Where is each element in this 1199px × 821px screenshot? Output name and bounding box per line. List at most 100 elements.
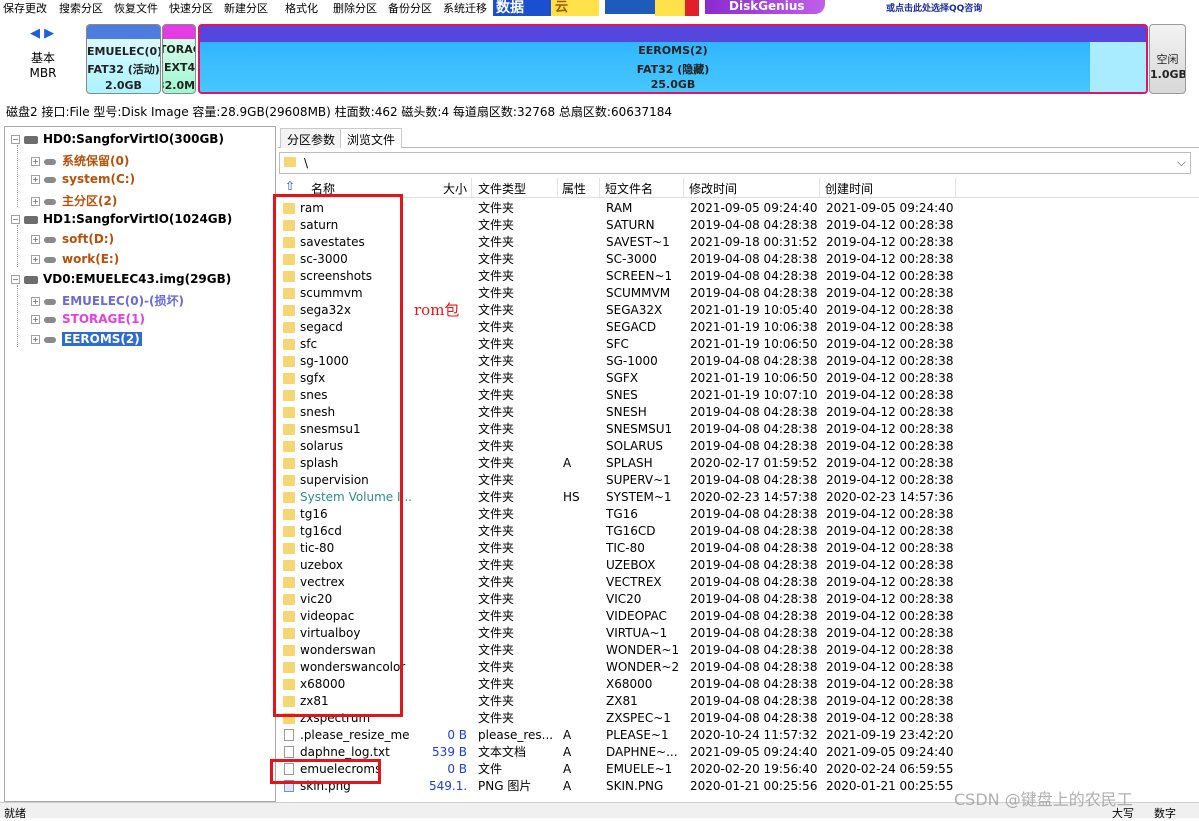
- file-row[interactable]: videopac 文件夹 VIDEOPAC 2019-04-08 04:28:38 20…: [279, 608, 1199, 625]
- partition-block-free[interactable]: 空闲 1.0GB: [1149, 24, 1186, 94]
- cell-modified: 2019-04-08 04:28:38: [690, 609, 818, 623]
- tree-node-vd0[interactable]: − VD0:EMUELEC43.img(29GB): [11, 272, 231, 286]
- menu-item[interactable]: 新建分区: [224, 0, 268, 16]
- file-row[interactable]: saturn 文件夹 SATURN 2019-04-08 04:28:38 2019-0…: [279, 217, 1199, 234]
- tab-partition-params[interactable]: 分区参数: [280, 128, 343, 148]
- cell-created: 2019-04-12 00:28:38: [826, 541, 954, 555]
- col-header-attr[interactable]: 属性: [562, 180, 586, 197]
- file-row[interactable]: tic-80 文件夹 TIC-80 2019-04-08 04:28:38 2019-0…: [279, 540, 1199, 557]
- cell-type: 文件夹: [478, 371, 515, 385]
- cell-created: 2019-04-12 00:28:38: [826, 337, 954, 351]
- expand-icon[interactable]: +: [31, 157, 40, 166]
- partition-block-storage[interactable]: STORAGE EXT4 32.0MB: [162, 24, 196, 94]
- collapse-icon[interactable]: −: [11, 135, 20, 144]
- col-header-modified[interactable]: 修改时间: [689, 180, 737, 197]
- cell-created: 2019-04-12 00:28:38: [826, 218, 954, 232]
- tab-browse-files[interactable]: 浏览文件: [340, 128, 403, 148]
- menu-item[interactable]: 快速分区: [169, 0, 213, 16]
- menu-item[interactable]: 备份分区: [388, 0, 432, 16]
- collapse-icon[interactable]: −: [11, 275, 20, 284]
- partition-block-emuelec[interactable]: EMUELEC(0)-(损坏) FAT32 (活动) 2.0GB: [86, 24, 161, 94]
- menu-item[interactable]: 删除分区: [333, 0, 377, 16]
- file-row[interactable]: zxspectrum 文件夹 ZXSPEC~1 2019-04-08 04:28:38…: [279, 710, 1199, 727]
- file-row[interactable]: uzebox 文件夹 UZEBOX 2019-04-08 04:28:38 2019-0…: [279, 557, 1199, 574]
- expand-icon[interactable]: +: [31, 335, 40, 344]
- cell-type: 文件夹: [478, 541, 515, 555]
- tree-node-hd0-part2[interactable]: + 主分区(2): [31, 192, 117, 209]
- tree-node-hd1-part0[interactable]: + soft(D:): [31, 232, 114, 246]
- cell-short: SNESH: [606, 405, 647, 419]
- tree-node-hd1[interactable]: − HD1:SangforVirtIO(1024GB): [11, 212, 232, 226]
- col-header-size[interactable]: 大小: [441, 180, 467, 197]
- menu-item[interactable]: 恢复文件: [114, 0, 158, 16]
- partition-block-eeroms[interactable]: EEROMS(2) FAT32 (隐藏) 25.0GB: [198, 24, 1148, 94]
- file-row[interactable]: sc-3000 文件夹 SC-3000 2019-04-08 04:28:38 2019…: [279, 251, 1199, 268]
- file-row[interactable]: solarus 文件夹 SOLARUS 2019-04-08 04:28:38 2019…: [279, 438, 1199, 455]
- partition-icon: [44, 236, 56, 243]
- ad-banner[interactable]: 数据 云 DiskGenius: [493, 0, 825, 16]
- expand-icon[interactable]: +: [31, 197, 40, 206]
- path-bar[interactable]: \ ⌵: [279, 152, 1191, 174]
- banner-text-3: DiskGenius: [705, 0, 825, 14]
- expand-icon[interactable]: +: [31, 175, 40, 184]
- file-row[interactable]: x68000 文件夹 X68000 2019-04-08 04:28:38 2019-0…: [279, 676, 1199, 693]
- file-row[interactable]: vectrex 文件夹 VECTREX 2019-04-08 04:28:38 2019…: [279, 574, 1199, 591]
- file-row[interactable]: emuelecroms 0 B 文件 A EMUELE~1 2020-02-20 19:5…: [279, 761, 1199, 778]
- tree-label: system(C:): [62, 172, 136, 186]
- file-row[interactable]: tg16cd 文件夹 TG16CD 2019-04-08 04:28:38 2019-0…: [279, 523, 1199, 540]
- expand-icon[interactable]: +: [31, 315, 40, 324]
- file-row[interactable]: .please_resize_me 0 Bplease_res... A PLEASE…: [279, 727, 1199, 744]
- file-row[interactable]: ram 文件夹 RAM 2021-09-05 09:24:40 2021-09-05 0…: [279, 200, 1199, 217]
- col-header-type[interactable]: 文件类型: [478, 180, 526, 197]
- menu-item[interactable]: 系统迁移: [443, 0, 487, 16]
- cell-created: 2021-09-19 23:42:20: [826, 728, 954, 742]
- file-row[interactable]: vic20 文件夹 VIC20 2019-04-08 04:28:38 2019-04-…: [279, 591, 1199, 608]
- tree-node-vd0-part2[interactable]: + EEROMS(2): [31, 332, 142, 346]
- cell-short: UZEBOX: [606, 558, 656, 572]
- cell-short: SGFX: [606, 371, 639, 385]
- tree-node-hd0[interactable]: − HD0:SangforVirtIO(300GB): [11, 132, 224, 146]
- file-row[interactable]: virtualboy 文件夹 VIRTUA~1 2019-04-08 04:28:38…: [279, 625, 1199, 642]
- cell-created: 2019-04-12 00:28:38: [826, 592, 954, 606]
- cell-short: VIDEOPAC: [606, 609, 667, 623]
- tree-node-vd0-part0[interactable]: + EMUELEC(0)-(损坏): [31, 292, 184, 309]
- collapse-icon[interactable]: −: [11, 215, 20, 224]
- file-row[interactable]: wonderswan 文件夹 WONDER~1 2019-04-08 04:28:38…: [279, 642, 1199, 659]
- menu-item[interactable]: 搜索分区: [59, 0, 103, 16]
- file-row[interactable]: wonderswancolor 文件夹 WONDER~2 2019-04-08 04:…: [279, 659, 1199, 676]
- disk-info: 磁盘2 接口:File 型号:Disk Image 容量:28.9GB(2960…: [6, 105, 673, 119]
- col-header-shortname[interactable]: 短文件名: [605, 180, 653, 197]
- file-row[interactable]: snes 文件夹 SNES 2021-01-19 10:07:10 2019-04-12…: [279, 387, 1199, 404]
- file-row[interactable]: snesh 文件夹 SNESH 2019-04-08 04:28:38 2019-04-…: [279, 404, 1199, 421]
- nav-arrows-icon[interactable]: ◀ ▶: [30, 26, 54, 41]
- menu-item[interactable]: 保存更改: [3, 0, 47, 16]
- file-row[interactable]: snesmsu1 文件夹 SNESMSU1 2019-04-08 04:28:38 20…: [279, 421, 1199, 438]
- qq-consult-link[interactable]: 或点击此处选择QQ咨询: [886, 1, 982, 14]
- cell-created: 2020-02-24 06:59:55: [826, 762, 954, 776]
- file-row[interactable]: zx81 文件夹 ZX81 2019-04-08 04:28:38 2019-04-12…: [279, 693, 1199, 710]
- chevron-down-icon[interactable]: ⌵: [1177, 155, 1186, 170]
- cell-type: 文件: [478, 762, 503, 776]
- file-row[interactable]: System Volume I... 文件夹 HS SYSTEM~1 2020-02-2…: [279, 489, 1199, 506]
- up-folder-icon[interactable]: ⇧: [285, 179, 295, 193]
- file-row[interactable]: splash 文件夹 A SPLASH 2020-02-17 01:59:52 2019-…: [279, 455, 1199, 472]
- menu-item[interactable]: 格式化: [285, 0, 318, 16]
- cell-modified: 2019-04-08 04:28:38: [690, 286, 818, 300]
- file-row[interactable]: sfc 文件夹 SFC 2021-01-19 10:06:50 2019-04-12 0…: [279, 336, 1199, 353]
- file-row[interactable]: tg16 文件夹 TG16 2019-04-08 04:28:38 2019-04-12…: [279, 506, 1199, 523]
- file-row[interactable]: daphne_log.txt 539 B 文本文档 A DAPHNE~... 2021-0…: [279, 744, 1199, 761]
- tree-node-vd0-part1[interactable]: + STORAGE(1): [31, 312, 145, 326]
- tree-node-hd0-part0[interactable]: + 系统保留(0): [31, 152, 129, 169]
- expand-icon[interactable]: +: [31, 297, 40, 306]
- expand-icon[interactable]: +: [31, 255, 40, 264]
- file-row[interactable]: savestates 文件夹 SAVEST~1 2021-09-18 00:31:52…: [279, 234, 1199, 251]
- file-row[interactable]: sg-1000 文件夹 SG-1000 2019-04-08 04:28:38 2019…: [279, 353, 1199, 370]
- file-row[interactable]: segacd 文件夹 SEGACD 2021-01-19 10:06:38 2019-0…: [279, 319, 1199, 336]
- tree-node-hd1-part1[interactable]: + work(E:): [31, 252, 119, 266]
- col-header-created[interactable]: 创建时间: [825, 180, 873, 197]
- file-row[interactable]: sgfx 文件夹 SGFX 2021-01-19 10:06:50 2019-04-12…: [279, 370, 1199, 387]
- file-row[interactable]: screenshots 文件夹 SCREEN~1 2019-04-08 04:28:3…: [279, 268, 1199, 285]
- file-row[interactable]: supervision 文件夹 SUPERV~1 2019-04-08 04:28:3…: [279, 472, 1199, 489]
- expand-icon[interactable]: +: [31, 235, 40, 244]
- tree-node-hd0-part1[interactable]: + system(C:): [31, 172, 135, 186]
